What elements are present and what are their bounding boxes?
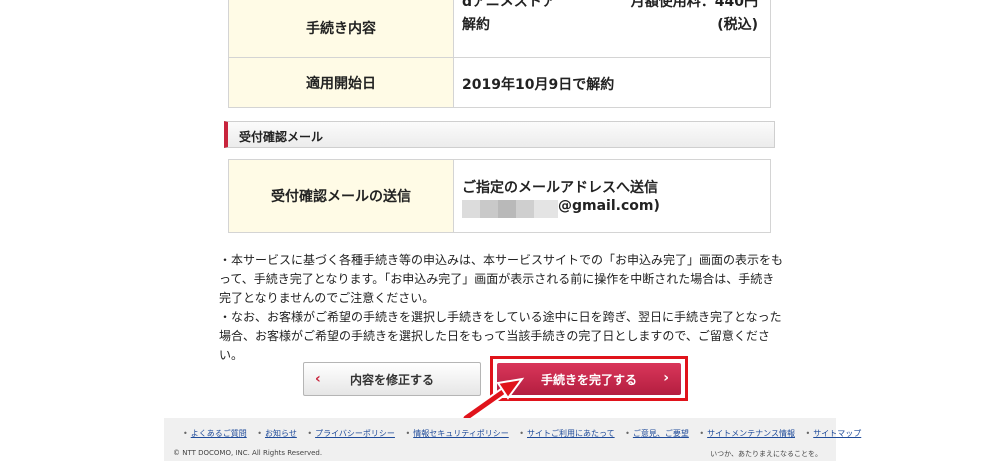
site-footer: • よくあるご質問 • お知らせ • プライバシーポリシー • 情報セキュリティポリシー…: [164, 418, 861, 461]
bullet-icon: •: [257, 429, 262, 438]
footer-link-maintenance[interactable]: サイトメンテナンス情報: [707, 429, 795, 438]
tax-note: (税込): [717, 17, 758, 33]
procedure-summary-table: 手続き内容 dアニメストア 月額使用料：440円 解約 (税込) 適用開始日 2…: [228, 0, 771, 108]
bullet-icon: •: [405, 429, 411, 438]
bullet-icon: •: [625, 429, 630, 438]
edit-button-label: 内容を修正する: [349, 372, 434, 387]
slogan: いつか、あたりまえになることを。: [710, 450, 822, 458]
footer-link-privacy[interactable]: プライバシーポリシー: [315, 429, 395, 438]
section-header-confirmation-mail: 受付確認メール: [224, 121, 775, 148]
bullet-icon: •: [699, 429, 705, 438]
start-date-label-cell: 適用開始日: [229, 58, 454, 107]
chevron-right-icon: ›: [663, 370, 669, 386]
edit-content-button[interactable]: ‹ 内容を修正する: [303, 362, 481, 396]
email-domain: @gmail.com): [558, 198, 660, 214]
bullet-icon: •: [805, 429, 811, 438]
footer-link-sitemap[interactable]: サイトマップ: [813, 429, 861, 438]
procedure-action: 解約: [462, 17, 490, 33]
footer-link-feedback[interactable]: ご意見、ご要望: [633, 429, 689, 438]
start-date-value: 2019年10月9日で解約: [462, 77, 615, 93]
mail-send-destination: ご指定のメールアドレスへ送信: [462, 180, 658, 196]
complete-button-label: 手続きを完了する: [540, 372, 637, 387]
footer-link-news[interactable]: お知らせ: [265, 429, 297, 438]
mail-label-cell: 受付確認メールの送信: [229, 160, 454, 232]
start-date-label: 適用開始日: [306, 75, 376, 92]
section-title: 受付確認メール: [239, 130, 324, 144]
footer-link-terms[interactable]: サイトご利用にあたって: [527, 429, 615, 438]
monthly-fee: 月額使用料：440円: [630, 0, 758, 10]
footer-link-faq[interactable]: よくあるご質問: [191, 429, 247, 438]
footer-link-security[interactable]: 情報セキュリティポリシー: [413, 429, 509, 438]
bullet-icon: •: [183, 429, 188, 438]
bullet-icon: •: [519, 429, 524, 438]
procedure-label-cell: 手続き内容: [229, 0, 454, 57]
email-address: @gmail.com): [462, 198, 760, 220]
redacted-email-mask: [462, 200, 558, 218]
notes: ・本サービスに基づく各種手続き等の申込みは、本サービスサイトでの「お申込み完了」…: [219, 251, 784, 365]
footer-links: • よくあるご質問 • お知らせ • プライバシーポリシー • 情報セキュリティポリシー…: [175, 428, 861, 439]
note-paragraph: ・本サービスに基づく各種手続き等の申込みは、本サービスサイトでの「お申込み完了」…: [219, 253, 784, 305]
copyright: © NTT DOCOMO, INC. All Rights Reserved.: [173, 449, 323, 457]
procedure-label: 手続き内容: [306, 21, 376, 37]
mail-send-label: 受付確認メールの送信: [271, 189, 411, 205]
bullet-icon: •: [307, 429, 313, 438]
chevron-left-icon: ‹: [315, 371, 321, 387]
confirmation-mail-table: 受付確認メールの送信 ご指定のメールアドレスへ送信 @gmail.com): [228, 159, 771, 233]
